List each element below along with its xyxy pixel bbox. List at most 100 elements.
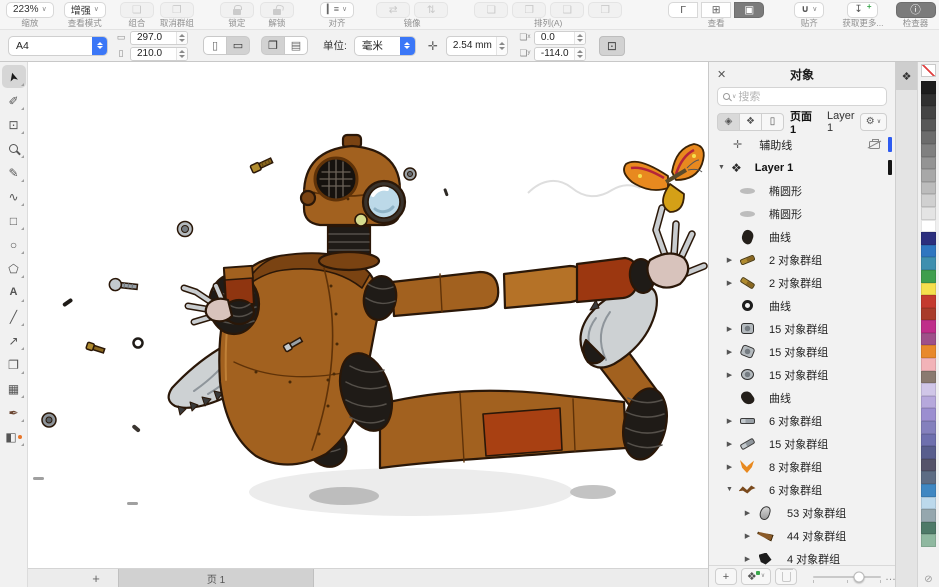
new-layer-button[interactable]: ❖ ∨ — [741, 568, 771, 585]
tool-fill[interactable]: ◧ — [2, 425, 26, 448]
duplicate-y-stepper[interactable] — [573, 47, 585, 60]
preview-view-button[interactable]: ▣ — [734, 1, 765, 18]
object-row[interactable]: 曲线 — [709, 386, 895, 409]
tool-crop[interactable]: ⊡ — [2, 113, 26, 136]
color-swatch[interactable] — [921, 458, 936, 472]
object-row[interactable]: ▶ 15 对象群组 — [709, 432, 895, 455]
objects-docker-tab[interactable]: ❖ — [896, 62, 917, 90]
expand-icon[interactable]: ▶ — [724, 463, 735, 471]
color-swatch[interactable] — [921, 206, 936, 220]
color-swatch[interactable] — [921, 219, 936, 233]
tool-shadow[interactable]: ❐ — [2, 353, 26, 376]
object-row[interactable]: ▶ 44 对象群组 — [709, 524, 895, 547]
color-swatch[interactable] — [921, 408, 936, 422]
inspector-button[interactable]: ⓘ — [895, 1, 936, 18]
color-swatch[interactable] — [921, 471, 936, 484]
to-back-button[interactable]: ❐ — [512, 1, 547, 18]
close-icon[interactable]: ✕ — [717, 68, 731, 81]
color-swatch[interactable] — [921, 282, 936, 296]
expand-icon[interactable]: ▶ — [724, 325, 735, 333]
tool-pick[interactable]: ➤ — [1, 65, 26, 88]
landscape-button[interactable]: ▭ — [226, 36, 250, 55]
lock-button[interactable] — [219, 1, 254, 18]
units-dropdown[interactable]: 毫米 — [353, 35, 416, 56]
object-row[interactable]: ▶ 6 对象群组 — [709, 409, 895, 432]
layers-view-button[interactable]: ❖ — [739, 112, 762, 131]
expand-icon[interactable]: ▶ — [724, 256, 735, 264]
color-swatch[interactable] — [921, 421, 936, 434]
duplicate-y-field[interactable]: -114.0 — [533, 46, 586, 61]
back-one-button[interactable]: ❒ — [588, 1, 623, 18]
layer-color-bar[interactable] — [888, 160, 892, 175]
object-row[interactable]: ▶ 4 对象群组 — [709, 547, 895, 565]
treat-as-filled-toggle[interactable]: ⊡ — [598, 35, 625, 56]
tool-rectangle[interactable]: □ — [2, 209, 26, 232]
color-swatch[interactable] — [921, 169, 936, 182]
color-swatch[interactable] — [921, 358, 936, 371]
color-swatch[interactable] — [921, 307, 936, 321]
expand-icon[interactable]: ▶ — [724, 440, 735, 448]
align-dropdown[interactable]: ▎≡ ∨ — [319, 1, 355, 18]
page-width-field[interactable]: 297.0 — [130, 30, 188, 45]
object-row[interactable]: ▶ 15 对象群组 — [709, 340, 895, 363]
object-row[interactable]: 曲线 — [709, 225, 895, 248]
color-swatch[interactable] — [921, 244, 936, 258]
layer-row[interactable]: ▼ ❖ Layer 1 — [709, 156, 895, 179]
color-swatch[interactable] — [921, 118, 936, 132]
page-height-stepper[interactable] — [176, 47, 187, 60]
expand-icon[interactable]: ▶ — [742, 532, 753, 540]
drawing-canvas[interactable] — [28, 62, 708, 568]
current-page-button[interactable]: ▤ — [284, 36, 308, 55]
object-row[interactable]: ▶ 15 对象群组 — [709, 363, 895, 386]
page-size-dropdown[interactable]: A4 — [8, 35, 108, 56]
ungroup-button[interactable]: ❐ — [159, 1, 194, 18]
mirror-vertical-button[interactable]: ⇅ — [414, 1, 449, 18]
tool-shape[interactable]: ✐ — [2, 89, 26, 112]
expand-icon[interactable]: ▶ — [724, 348, 735, 356]
zoom-level-dropdown[interactable]: 223% ∨ — [6, 1, 54, 18]
color-swatch[interactable] — [921, 383, 936, 396]
object-row[interactable]: ▶ 8 对象群组 — [709, 455, 895, 478]
color-swatch[interactable] — [921, 496, 936, 510]
object-row[interactable]: ▶ 2 对象群组 — [709, 271, 895, 294]
color-swatch[interactable] — [921, 257, 936, 270]
tool-artistic-media[interactable]: ∿ — [2, 185, 26, 208]
guides-row[interactable]: ✛ 辅助线 — [709, 133, 895, 156]
expand-icon[interactable]: ▶ — [742, 509, 753, 517]
slider-knob[interactable] — [853, 571, 865, 582]
grid-view-button[interactable]: ⊞ — [701, 1, 732, 18]
tool-freehand[interactable]: ✎ — [2, 161, 26, 184]
tool-connector[interactable]: ↗ — [2, 329, 26, 352]
expand-icon[interactable]: ▼ — [724, 486, 735, 493]
to-front-button[interactable]: ❏ — [474, 1, 509, 18]
get-more-button[interactable]: ↧ + — [847, 1, 879, 18]
portrait-button[interactable]: ▯ — [203, 36, 227, 55]
color-swatch[interactable] — [921, 269, 936, 283]
color-swatch[interactable] — [921, 433, 936, 447]
expand-icon[interactable]: ▶ — [724, 371, 735, 379]
color-swatch[interactable] — [921, 484, 936, 497]
new-object-button[interactable]: + — [715, 568, 737, 585]
expand-icon[interactable]: ▶ — [724, 417, 735, 425]
tool-eyedropper[interactable]: ✒ — [2, 401, 26, 424]
snap-dropdown[interactable]: ∪ ∨ — [794, 1, 825, 18]
forward-one-button[interactable]: ❑ — [550, 1, 585, 18]
pages-view-button[interactable]: ▯ — [761, 112, 784, 131]
unlock-button[interactable] — [259, 1, 294, 18]
page-height-field[interactable]: 210.0 — [130, 46, 188, 61]
color-swatch[interactable] — [921, 143, 936, 157]
page-width-stepper[interactable] — [176, 31, 187, 44]
object-row[interactable]: ▶ 2 对象群组 — [709, 248, 895, 271]
color-swatch[interactable] — [921, 81, 936, 94]
object-row[interactable]: 椭圆形 — [709, 179, 895, 202]
printer-disabled-icon[interactable] — [869, 138, 880, 149]
duplicate-x-field[interactable]: 0.0 — [533, 30, 586, 45]
color-swatch[interactable] — [921, 395, 936, 409]
color-swatch[interactable] — [921, 131, 936, 144]
tool-mesh-fill[interactable]: ▦ — [2, 377, 26, 400]
view-mode-dropdown[interactable]: 增强 ∨ — [63, 1, 106, 18]
color-swatch[interactable] — [921, 93, 936, 107]
color-swatch[interactable] — [921, 446, 936, 459]
tool-zoom[interactable] — [2, 137, 26, 160]
guides-color-bar[interactable] — [888, 137, 892, 152]
